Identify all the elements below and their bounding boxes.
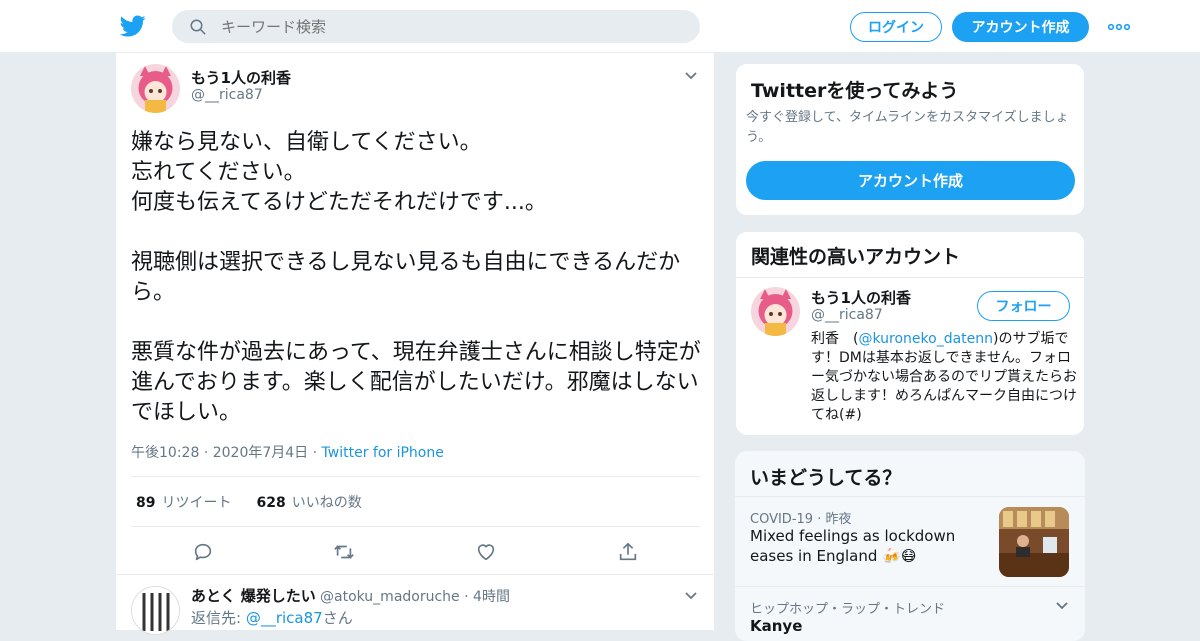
reply-avatar[interactable] [131,586,180,635]
related-display-name[interactable]: もう1人の利香 [811,287,911,308]
signup-card: Twitterを使ってみよう 今すぐ登録して、タイムラインをカスタマイズしましょ… [735,63,1085,216]
search-bar[interactable] [172,10,700,43]
reply-icon[interactable] [192,541,214,563]
chevron-down-icon[interactable] [684,591,698,601]
chevron-down-icon[interactable] [684,71,698,81]
related-card-title: 関連性の高いアカウント [751,246,961,268]
top-bar: ログイン アカウント作成 [0,0,1200,53]
tweet-text: 嫌なら見ない、自衛してください。 忘れてください。 何度も伝えてるけどただそれだ… [131,130,701,425]
related-username[interactable]: @__rica87 [811,307,883,323]
reply-avatar-image-icon [132,587,179,634]
trends-card-title: いまどうしてる？ [750,467,902,489]
avatar[interactable] [131,64,180,113]
reply-username[interactable]: @atoku_madoruche · 4時間 [320,586,510,606]
like-label: いいねの数 [291,494,362,511]
more-options-icon[interactable] [1108,18,1130,36]
share-icon[interactable] [617,541,639,563]
separator-dot: · [203,445,213,461]
related-bio: 利香 (@kuroneko_datenn)のサブ垢です！DMは基本お返しできませ… [811,331,1077,423]
like-stat[interactable]: 628 いいねの数 [251,492,361,512]
retweet-label: リツイート [161,494,232,511]
tweet-source-link[interactable]: Twitter for iPhone [322,445,444,461]
retweet-icon[interactable] [333,541,355,563]
signup-card-description: 今すぐ登録して、タイムラインをカスタマイズしましょう。 [746,110,1069,145]
tweet-date[interactable]: 2020年7月4日 [213,445,308,461]
login-button[interactable]: ログイン [850,12,942,42]
display-name[interactable]: もう1人の利香 [191,67,291,88]
divider [735,496,1085,497]
main-column: もう1人の利香 @__rica87 嫌なら見ない、自衛してください。 忘れてくだ… [115,53,715,635]
trend-thumbnail[interactable] [999,507,1069,577]
reply-time[interactable]: 4時間 [473,589,510,605]
chevron-down-icon[interactable] [1055,601,1069,611]
like-count: 628 [256,494,286,511]
trend-title[interactable]: Kanye [750,617,802,635]
reply-display-name[interactable]: あとく 爆発したい [191,585,316,606]
signup-card-button[interactable]: アカウント作成 [746,161,1075,200]
tweet-actions [116,538,714,564]
tweet-timestamp: 午後10:28 · 2020年7月4日 · Twitter for iPhone [131,442,444,462]
username[interactable]: @__rica87 [191,87,263,103]
follow-button[interactable]: フォロー [977,291,1070,321]
signup-card-title: Twitterを使ってみよう [751,80,959,102]
trends-card: いまどうしてる？ COVID-19 · 昨夜 Mixed feelings as… [735,451,1085,641]
retweet-stat[interactable]: 89 リツイート [131,492,231,512]
search-icon [190,19,206,34]
like-heart-icon[interactable] [475,541,497,563]
trend-meta: ヒップホップ・ラップ・トレンド [750,602,946,617]
reply-tweet[interactable]: あとく 爆発したい @atoku_madoruche · 4時間 返信先: @_… [116,576,714,636]
replying-to: 返信先: @__rica87さん [191,609,353,627]
tweet-time[interactable]: 午後10:28 [131,445,199,461]
search-input[interactable] [221,17,661,36]
related-avatar-image-icon [751,287,800,336]
separator-dot: · [312,445,322,461]
divider [735,586,1085,587]
bio-mention-link[interactable]: @kuroneko_datenn [858,331,993,347]
divider [736,277,1084,278]
main-tweet: もう1人の利香 @__rica87 嫌なら見ない、自衛してください。 忘れてくだ… [116,53,714,575]
trend-title[interactable]: Mixed feelings as lockdown eases in Engl… [750,526,990,566]
related-accounts-card: 関連性の高いアカウント もう1人の利香 @__rica87 フォロー 利香 (@… [735,231,1085,436]
signup-button[interactable]: アカウント作成 [952,12,1089,42]
twitter-logo-icon[interactable] [120,13,146,39]
trend-meta: COVID-19 · 昨夜 [750,512,852,527]
replying-to-link[interactable]: @__rica87 [246,609,323,627]
pub-photo-icon [999,507,1069,577]
avatar-image-icon [131,64,180,113]
retweet-count: 89 [136,494,156,511]
related-avatar[interactable] [751,287,800,336]
tweet-stats: 89 リツイート 628 いいねの数 [131,476,700,527]
